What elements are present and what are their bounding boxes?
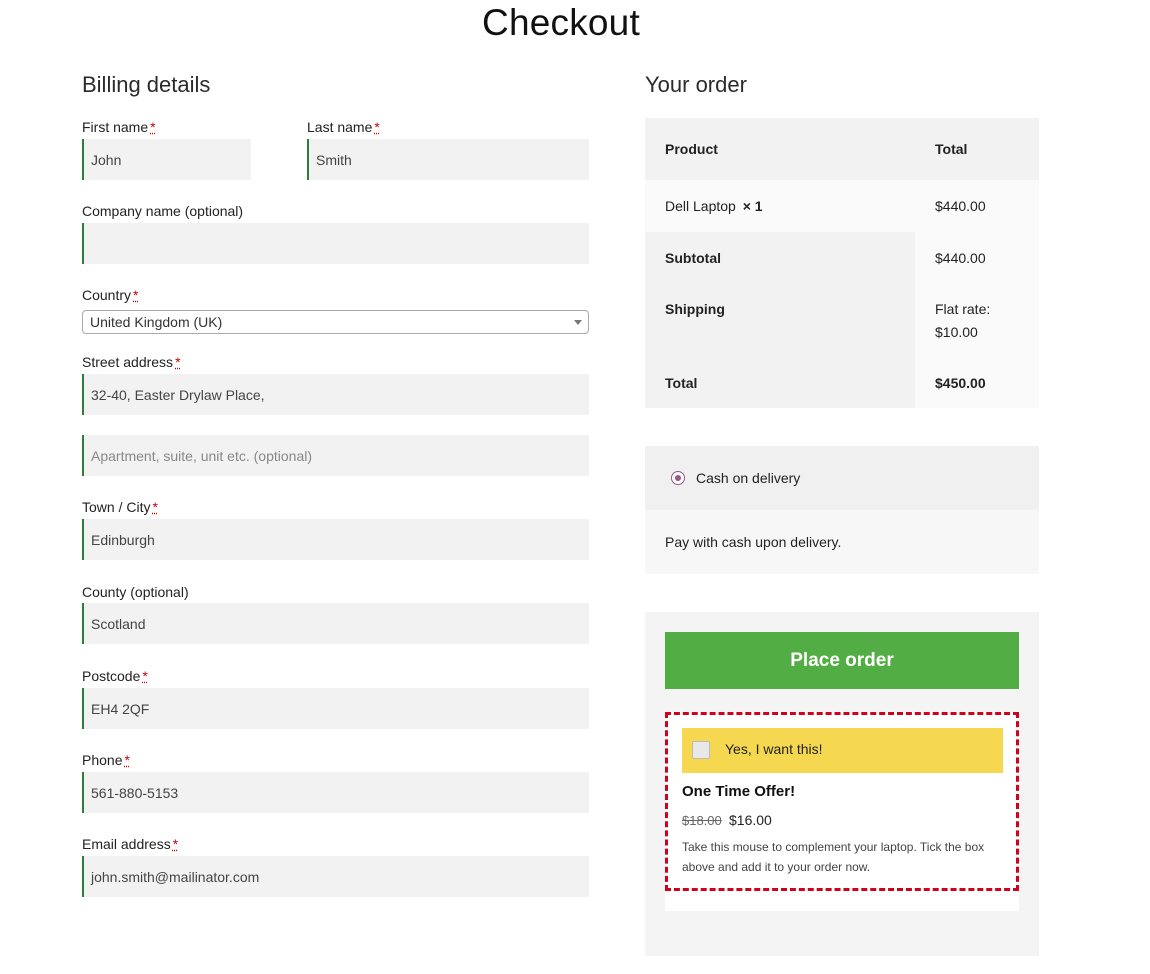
col-product-header: Product <box>665 141 718 157</box>
shipping-label: Shipping <box>665 301 725 317</box>
postcode-label: Postcode * <box>82 668 148 684</box>
required-mark: * <box>150 119 156 135</box>
last-name-input[interactable]: Smith <box>307 139 589 180</box>
offer-checkbox-label: Yes, I want this! <box>725 741 823 757</box>
payment-methods: Cash on delivery Pay with cash upon deli… <box>645 446 1039 574</box>
item-total: $440.00 <box>935 198 986 214</box>
company-label: Company name (optional) <box>82 203 244 219</box>
shipping-value-line1: Flat rate: <box>935 301 991 317</box>
total-value: $450.00 <box>935 375 986 391</box>
place-order-button[interactable]: Place order <box>665 632 1019 689</box>
offer-title: One Time Offer! <box>682 783 796 800</box>
required-mark: * <box>172 836 179 852</box>
page-title: Checkout <box>482 2 640 43</box>
payment-description-text: Pay with cash upon delivery. <box>665 534 842 550</box>
country-select[interactable]: United Kingdom (UK) <box>82 310 589 334</box>
order-heading: Your order <box>645 72 747 97</box>
county-label: County (optional) <box>82 584 189 600</box>
email-input[interactable]: john.smith@mailinator.com <box>82 856 589 897</box>
offer-old-price: $18.00 <box>682 813 722 828</box>
billing-heading: Billing details <box>82 72 211 97</box>
offer-new-price: $16.00 <box>729 812 772 828</box>
street-address-2-input[interactable]: Apartment, suite, unit etc. (optional) <box>82 435 589 476</box>
email-label: Email address * <box>82 836 179 852</box>
chevron-down-icon <box>574 320 582 325</box>
offer-footer-space <box>665 891 1019 911</box>
required-mark: * <box>124 752 130 768</box>
order-totals: Subtotal $440.00 Shipping Flat rate: $10… <box>645 232 1039 408</box>
first-name-input[interactable]: John <box>82 139 251 180</box>
country-select-value: United Kingdom (UK) <box>90 314 223 330</box>
county-input[interactable]: Scotland <box>82 603 589 644</box>
first-name-label: First name * <box>82 119 156 135</box>
payment-description: Pay with cash upon delivery. <box>645 510 1039 574</box>
country-label: Country * <box>82 287 139 303</box>
last-name-label: Last name * <box>307 119 380 135</box>
item-qty: × 1 <box>742 198 763 214</box>
required-mark: * <box>374 119 380 135</box>
required-mark: * <box>175 354 181 370</box>
subtotal-value: $440.00 <box>935 250 986 266</box>
total-label: Total <box>665 375 698 391</box>
subtotal-label: Subtotal <box>665 250 721 266</box>
item-name: Dell Laptop × 1 <box>665 198 763 214</box>
phone-input[interactable]: 561-880-5153 <box>82 772 589 813</box>
company-input[interactable] <box>82 223 589 264</box>
required-mark: * <box>152 499 158 515</box>
order-header-row: Product Total <box>645 118 1039 180</box>
payment-method-cod[interactable]: Cash on delivery <box>645 446 1039 510</box>
offer-checkbox[interactable] <box>692 741 710 759</box>
phone-label: Phone * <box>82 752 130 768</box>
offer-description: Take this mouse to complement your lapto… <box>682 840 985 874</box>
radio-selected-icon[interactable] <box>671 471 685 485</box>
postcode-input[interactable]: EH4 2QF <box>82 688 589 729</box>
required-mark: * <box>142 668 148 684</box>
city-label: Town / City * <box>82 499 158 515</box>
required-mark: * <box>133 287 139 303</box>
shipping-value-line2: $10.00 <box>935 324 978 340</box>
one-time-offer: Yes, I want this! One Time Offer! $18.00… <box>665 712 1019 891</box>
col-total-header: Total <box>935 141 968 157</box>
city-input[interactable]: Edinburgh <box>82 519 589 560</box>
street-address-input[interactable]: 32-40, Easter Drylaw Place, <box>82 374 589 415</box>
order-item-row: Dell Laptop × 1 $440.00 <box>645 180 1039 232</box>
offer-checkbox-bar[interactable]: Yes, I want this! <box>682 728 1003 773</box>
payment-method-label: Cash on delivery <box>696 470 801 486</box>
place-order-section: Place order Yes, I want this! One Time O… <box>645 612 1039 956</box>
street-label: Street address * <box>82 354 181 370</box>
